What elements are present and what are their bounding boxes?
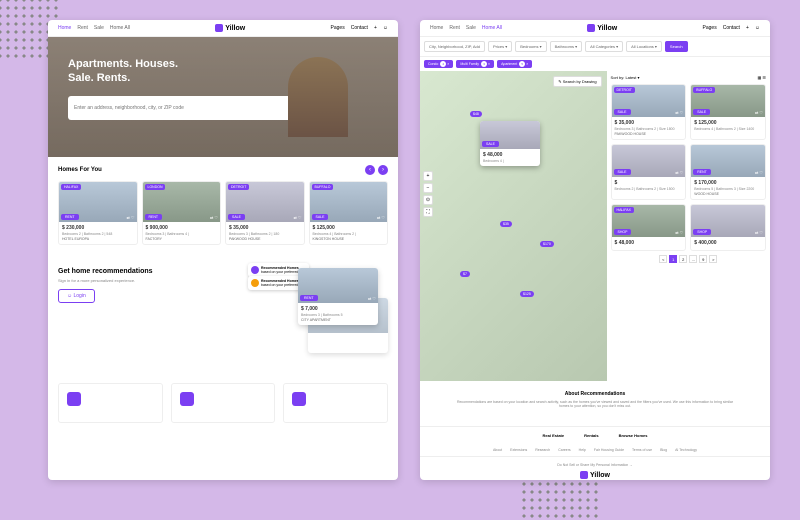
map-pin[interactable]: $125 [520,291,534,297]
nav-home[interactable]: Home [58,25,71,31]
search-input[interactable] [72,100,288,116]
sort-dropdown[interactable]: Sort by: Latest ▾ [611,75,640,80]
search-bar: ⌕ [68,96,308,120]
footer-link[interactable]: Careers [558,448,570,452]
nav-homeall[interactable]: Home All [110,25,130,31]
filter-price[interactable]: Prices ▾ [488,41,512,52]
nav-homeall[interactable]: Home All [482,25,502,31]
plus-icon[interactable]: + [374,25,377,31]
nav-home[interactable]: Home [430,25,443,31]
plus-icon[interactable]: + [746,25,749,31]
nav-contact[interactable]: Contact [723,25,740,31]
prev-arrow[interactable]: ‹ [365,165,375,175]
map[interactable]: ✎ Search by Drawing $48 $35 $170 $7 $125… [420,71,607,381]
footer-logo: Yillow [426,471,764,479]
page-number[interactable]: > [709,255,717,263]
page-number[interactable]: 1 [669,255,677,263]
map-pin[interactable]: $7 [460,271,470,277]
filter-location[interactable]: City, Neighborhood, ZIP, Add [424,41,485,52]
footer-link[interactable]: About [493,448,502,452]
house-icon [67,392,81,406]
footer-link[interactable]: Blog [660,448,667,452]
nav-sale[interactable]: Sale [466,25,476,31]
logo[interactable]: Yillow [215,24,245,32]
listings-screen: Home Rent Sale Home All Yillow Pages Con… [420,20,770,480]
draw-search[interactable]: ✎ Search by Drawing [553,76,601,87]
page-number[interactable]: 9 [699,255,707,263]
property-type-tag[interactable]: Multi Family3 × [456,60,494,68]
filter-locations[interactable]: All Locations ▾ [626,41,662,52]
legal-link[interactable]: Do Not Sell or Share My Personal Informa… [426,463,764,467]
nav-pages[interactable]: Pages [331,25,345,31]
page-number[interactable]: ... [689,255,697,263]
search-button[interactable]: Search [665,41,688,52]
listing-card[interactable]: RENT⇄ ♡$ 170,000Bedrooms 5 | Bathrooms 3… [690,144,766,200]
tag-icon [180,392,194,406]
hero-image [288,57,348,137]
footer-col[interactable]: Browse Homes [619,433,648,438]
rec-title: Get home recommendations [58,268,238,275]
listing-card[interactable]: HALIFAXSHOP⇄ ♡$ 48,000 [611,204,687,251]
footer-col[interactable]: Real Estate [543,433,565,438]
rec-subtitle: Sign in for a more personalized experien… [58,278,238,283]
footer-link[interactable]: AI Technology [675,448,697,452]
footer-link[interactable]: Fair Housing Guide [594,448,624,452]
footer-link[interactable]: Help [579,448,586,452]
page-number[interactable]: 2 [679,255,687,263]
about-text: Recommendations are based on your locati… [455,400,735,408]
homepage-screen: Home Rent Sale Home All Yillow Pages Con… [48,20,398,480]
locate-icon[interactable]: ⊙ [423,195,433,205]
nav-rent[interactable]: Rent [449,25,460,31]
rec-card[interactable]: RENT⇄ ♡ $ 7,000Bedrooms 3 | Bathrooms 5C… [298,268,378,325]
key-icon [292,392,306,406]
property-type-tag[interactable]: Apartment5 × [497,60,532,68]
property-card[interactable]: HALIFAXRENT⇄ ♡$ 230,000Bedrooms 2 | Bath… [58,181,138,245]
footer-link[interactable]: Terms of use [632,448,652,452]
login-button[interactable]: ☺ Login [58,289,95,303]
property-card[interactable]: LONDONRENT⇄ ♡$ 900,000Bedrooms 3 | Bathr… [142,181,222,245]
property-card[interactable]: BUFFALOSALE⇄ ♡$ 125,000Bedrooms 4 | Bath… [309,181,389,245]
map-popup[interactable]: SALE $ 48,000Bedrooms 4 | [480,121,540,166]
listing-card[interactable]: DETROITSALE⇄ ♡$ 35,000Bedrooms 3 | Bathr… [611,84,687,140]
listing-card[interactable]: SHOP⇄ ♡$ 400,000 [690,204,766,251]
map-pin[interactable]: $48 [470,111,482,117]
top-nav: Home Rent Sale Home All Yillow Pages Con… [48,20,398,37]
filter-categories[interactable]: All Categories ▾ [585,41,623,52]
section-title: Homes For You [58,167,102,173]
listing-card[interactable]: SALE⇄ ♡$Bedrooms 2 | Bathrooms 2 | Size … [611,144,687,200]
property-card[interactable]: DETROITSALE⇄ ♡$ 35,000Bedrooms 3 | Bathr… [225,181,305,245]
logo[interactable]: Yillow [587,24,617,32]
nav-sale[interactable]: Sale [94,25,104,31]
nav-pages[interactable]: Pages [703,25,717,31]
listing-card[interactable]: BUFFALOSALE⇄ ♡$ 125,000Bedrooms 4 | Bath… [690,84,766,140]
user-icon[interactable]: ☺ [383,25,388,31]
about-title: About Recommendations [430,391,760,397]
page-number[interactable]: < [659,255,667,263]
fullscreen-icon[interactable]: ⛶ [423,207,433,217]
footer-link[interactable]: Extensions [510,448,527,452]
next-arrow[interactable]: › [378,165,388,175]
view-toggle[interactable]: ▦ ☰ [758,75,766,80]
filter-bar: City, Neighborhood, ZIP, Add Prices ▾ Be… [420,37,770,57]
hero: Apartments. Houses.Sale. Rents. ⌕ [48,37,398,157]
feature-box[interactable] [171,383,276,423]
map-pin[interactable]: $35 [500,221,512,227]
user-icon[interactable]: ☺ [755,25,760,31]
zoom-in[interactable]: + [423,171,433,181]
property-type-tag[interactable]: Condo2 × [424,60,453,68]
filter-bedrooms[interactable]: Bedrooms ▾ [515,41,546,52]
feature-box[interactable] [58,383,163,423]
map-pin[interactable]: $170 [540,241,554,247]
zoom-out[interactable]: − [423,183,433,193]
nav-contact[interactable]: Contact [351,25,368,31]
footer-col[interactable]: Rentals [584,433,598,438]
top-nav: Home Rent Sale Home All Yillow Pages Con… [420,20,770,37]
filter-bathrooms[interactable]: Bathrooms ▾ [550,41,582,52]
feature-box[interactable] [283,383,388,423]
footer-link[interactable]: Research [535,448,550,452]
nav-rent[interactable]: Rent [77,25,88,31]
